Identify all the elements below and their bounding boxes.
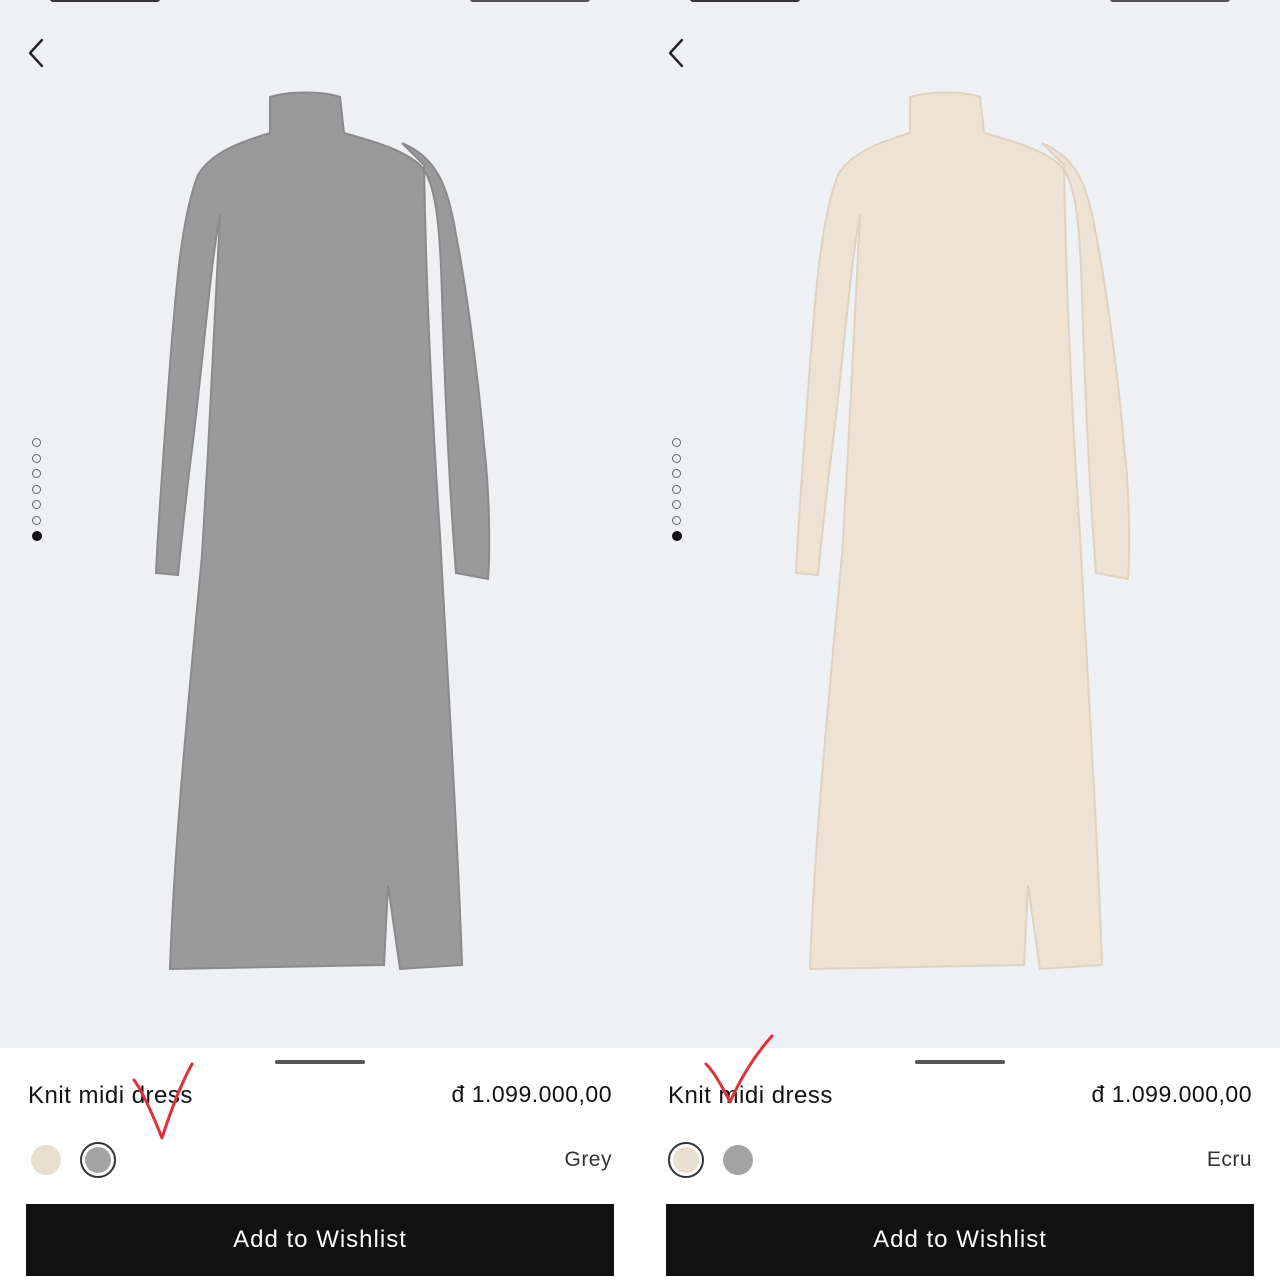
dress-silhouette [154, 91, 491, 971]
swatch-fill [673, 1147, 699, 1173]
product-panel-ecru: Knit midi dress đ 1.099.000,00 Ecru Add … [640, 0, 1280, 1280]
status-time [690, 0, 800, 2]
swatch-fill [31, 1145, 61, 1175]
add-to-wishlist-button[interactable]: Add to Wishlist [666, 1204, 1254, 1276]
pager-dot-active[interactable] [672, 531, 682, 541]
comparison-screenshot: Knit midi dress đ 1.099.000,00 Grey Add … [0, 0, 1280, 1280]
product-photo[interactable] [640, 0, 1280, 1048]
color-swatches [28, 1140, 132, 1180]
product-info-sheet: Knit midi dress đ 1.099.000,00 Grey Add … [0, 1048, 640, 1280]
sheet-drag-handle[interactable] [915, 1060, 1005, 1064]
swatch-fill [723, 1145, 753, 1175]
image-pager[interactable] [672, 438, 686, 548]
status-bar [0, 0, 640, 4]
status-bar [640, 0, 1280, 4]
pager-dot[interactable] [672, 469, 681, 478]
product-price: đ 1.099.000,00 [1091, 1081, 1252, 1107]
pager-dot[interactable] [32, 515, 41, 525]
product-name: Knit midi dress [668, 1082, 833, 1109]
selected-color-name: Grey [564, 1148, 612, 1171]
selected-color-name: Ecru [1206, 1148, 1252, 1171]
sheet-drag-handle[interactable] [275, 1060, 365, 1064]
swatch-ecru[interactable] [668, 1142, 704, 1178]
product-info-sheet: Knit midi dress đ 1.099.000,00 Ecru Add … [640, 1048, 1280, 1280]
dress-image [154, 91, 491, 971]
swatch-ecru[interactable] [28, 1142, 64, 1178]
swatch-grey[interactable] [720, 1142, 756, 1178]
pager-dot[interactable] [672, 484, 681, 494]
status-time [50, 0, 160, 2]
color-swatches [668, 1140, 772, 1180]
image-pager[interactable] [32, 438, 46, 548]
swatch-grey[interactable] [80, 1142, 116, 1178]
product-panel-grey: Knit midi dress đ 1.099.000,00 Grey Add … [0, 0, 640, 1280]
pager-dot[interactable] [672, 438, 681, 447]
pager-dot[interactable] [32, 469, 41, 478]
pager-dot[interactable] [672, 500, 681, 509]
chevron-left-icon [668, 38, 684, 68]
pager-dot[interactable] [672, 453, 681, 463]
chevron-left-icon [28, 38, 44, 68]
pager-dot[interactable] [672, 515, 681, 525]
dress-image [794, 91, 1131, 971]
pager-dot[interactable] [32, 500, 41, 509]
add-to-wishlist-button[interactable]: Add to Wishlist [26, 1204, 614, 1276]
product-price: đ 1.099.000,00 [451, 1081, 612, 1107]
swatch-fill [85, 1147, 111, 1173]
back-button[interactable] [22, 34, 62, 74]
pager-dot[interactable] [32, 438, 41, 447]
pager-dot[interactable] [32, 484, 41, 494]
status-icons [470, 0, 590, 2]
product-name: Knit midi dress [28, 1082, 193, 1109]
pager-dot-active[interactable] [32, 531, 42, 541]
dress-silhouette [794, 91, 1131, 971]
back-button[interactable] [662, 34, 702, 74]
status-icons [1110, 0, 1230, 2]
pager-dot[interactable] [32, 453, 41, 463]
product-photo[interactable] [0, 0, 640, 1048]
